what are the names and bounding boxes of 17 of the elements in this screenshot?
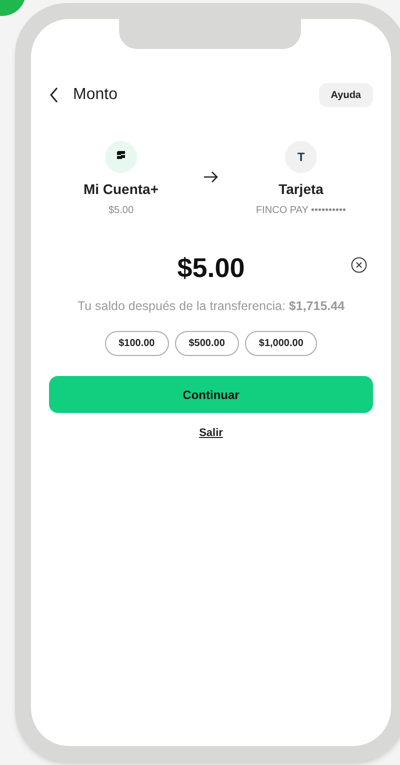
card-number: FINCO PAY •••••••••• xyxy=(256,204,346,218)
card-name: Tarjeta xyxy=(278,180,324,199)
clear-icon[interactable] xyxy=(351,257,367,273)
card-avatar: T xyxy=(285,141,317,173)
amount-value: $5.00 xyxy=(177,252,245,285)
back-icon[interactable] xyxy=(49,87,59,103)
balance-after-text: Tu saldo después de la transferencia: $1,715.44 xyxy=(77,298,345,315)
account-name: Mi Cuenta+ xyxy=(83,180,159,199)
arrow-right-icon xyxy=(204,171,218,183)
help-button[interactable]: Ayuda xyxy=(318,83,373,107)
exit-link[interactable]: Salir xyxy=(199,425,223,442)
preset-amount-button[interactable]: $1,000.00 xyxy=(244,331,318,356)
preset-amount-button[interactable]: $100.00 xyxy=(104,331,169,356)
page-title: Monto xyxy=(73,85,118,105)
preset-amount-button[interactable]: $500.00 xyxy=(174,331,239,356)
account-balance: $5.00 xyxy=(108,204,134,218)
continue-button[interactable]: Continuar xyxy=(49,376,373,414)
